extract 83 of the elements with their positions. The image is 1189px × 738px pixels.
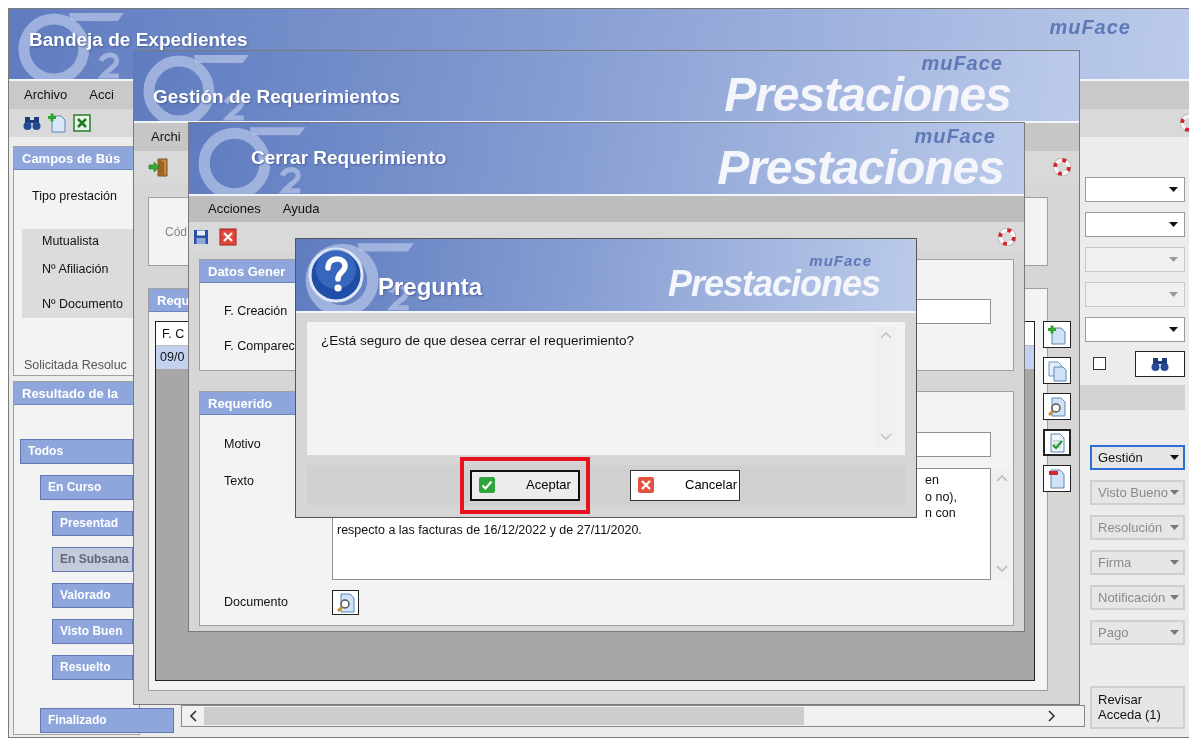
tree-item[interactable]: En Curso: [40, 475, 133, 500]
text-line: en: [925, 473, 939, 487]
lifebuoy-icon[interactable]: [1053, 158, 1071, 176]
field-label: Nº Afiliación: [42, 260, 110, 278]
exit-door-icon[interactable]: [148, 157, 170, 177]
menu-item[interactable]: Acciones: [197, 199, 272, 219]
logo-subtitle: muFace: [914, 125, 996, 146]
caret-icon: [1170, 455, 1179, 460]
table-cell: 09/0: [160, 350, 185, 364]
accept-button[interactable]: Aceptar: [470, 469, 580, 501]
menu-item[interactable]: Archivo: [13, 85, 79, 105]
cancel-button[interactable]: Cancelar: [630, 469, 740, 501]
caret-icon: [1170, 490, 1179, 495]
logo-subtitle: muFace: [921, 53, 1003, 73]
toolbar-button[interactable]: [1043, 465, 1071, 492]
logo-subtitle: muFace: [809, 252, 872, 268]
tree-item[interactable]: Visto Buen: [52, 619, 133, 644]
toolbar-button[interactable]: [1043, 429, 1071, 456]
field-label: Mutualista: [42, 232, 100, 250]
window-title: Gestión de Requerimientos: [153, 84, 401, 109]
menu-item[interactable]: Archi: [140, 127, 192, 147]
document-icon: [1046, 467, 1068, 490]
menu-item[interactable]: Acci: [78, 85, 125, 105]
document-magnifier-icon: [1046, 395, 1068, 418]
copy-icon: [1046, 359, 1068, 382]
new-document-icon[interactable]: [47, 113, 67, 133]
spreadsheet-icon[interactable]: [73, 114, 91, 132]
caret-icon: [1169, 257, 1178, 262]
tree-item[interactable]: Finalizado: [40, 708, 174, 733]
menu-item[interactable]: Ayuda: [271, 199, 331, 219]
field-label: Documento: [223, 594, 289, 612]
cancel-icon: [637, 476, 655, 494]
binoculars-icon: [1151, 355, 1169, 372]
toolbar-button[interactable]: [1043, 393, 1071, 420]
logo-subtitle: muFace: [1049, 17, 1131, 37]
dropdown[interactable]: [1085, 212, 1185, 237]
chevron-left-icon[interactable]: [190, 710, 198, 722]
text-line: n con: [925, 506, 956, 520]
caret-icon: [1169, 187, 1178, 192]
field-label: Cód: [165, 223, 187, 241]
save-icon[interactable]: [193, 228, 209, 245]
caret-icon: [1170, 595, 1179, 600]
logo-text: Prestaciones: [717, 143, 1004, 192]
window-title: Cerrar Requerimiento: [251, 146, 447, 171]
caret-icon: [1169, 327, 1178, 332]
dropdown[interactable]: [1085, 317, 1185, 342]
field-label: Tipo prestación: [32, 188, 118, 205]
message-text: ¿Está seguro de que desea cerrar el requerimiento?: [320, 332, 635, 350]
caret-icon: [1170, 560, 1179, 565]
tree-item[interactable]: Presentad: [52, 511, 133, 536]
action-dropdown-button[interactable]: Gestión: [1090, 445, 1185, 470]
tree-item[interactable]: Valorado: [52, 583, 133, 608]
text-line: respecto a las facturas de 16/12/2022 y de 27/11/2020.: [337, 522, 642, 537]
question-icon: [308, 247, 364, 303]
tree-item[interactable]: Resuelto: [52, 655, 133, 680]
chevron-right-icon[interactable]: [1048, 710, 1056, 722]
binoculars-icon[interactable]: [23, 115, 41, 131]
scrollbar-thumb[interactable]: [204, 707, 804, 725]
search-button[interactable]: [1135, 350, 1185, 377]
caret-icon: [1169, 292, 1178, 297]
view-document-button[interactable]: [332, 590, 359, 615]
field-label: Texto: [223, 473, 255, 490]
caret-icon: [1170, 630, 1179, 635]
text-line: o no),: [925, 489, 957, 504]
dropdown[interactable]: [1085, 177, 1185, 202]
field-label: Motivo: [223, 436, 262, 454]
field-label: Nº Documento: [42, 296, 124, 314]
review-button[interactable]: Revisar Acceda (1): [1090, 686, 1185, 729]
caret-icon: [1169, 222, 1178, 227]
check-icon: [478, 476, 496, 494]
toolbar-button[interactable]: [1043, 357, 1071, 384]
caret-icon: [1170, 525, 1179, 530]
checkbox[interactable]: [1093, 357, 1106, 370]
logo-text: Prestaciones: [667, 265, 880, 302]
field-label: Solicitada Resoluc: [24, 357, 128, 375]
lifebuoy-icon[interactable]: [998, 227, 1016, 246]
close-icon[interactable]: [219, 227, 237, 246]
horizontal-scrollbar[interactable]: [181, 705, 1085, 727]
toolbar-button[interactable]: [1043, 321, 1071, 348]
logo-text: Prestaciones: [724, 71, 1011, 119]
window-title: Bandeja de Expedientes: [29, 27, 248, 52]
tree-item[interactable]: Todos: [20, 439, 133, 464]
document-plus-icon: [1046, 323, 1068, 346]
